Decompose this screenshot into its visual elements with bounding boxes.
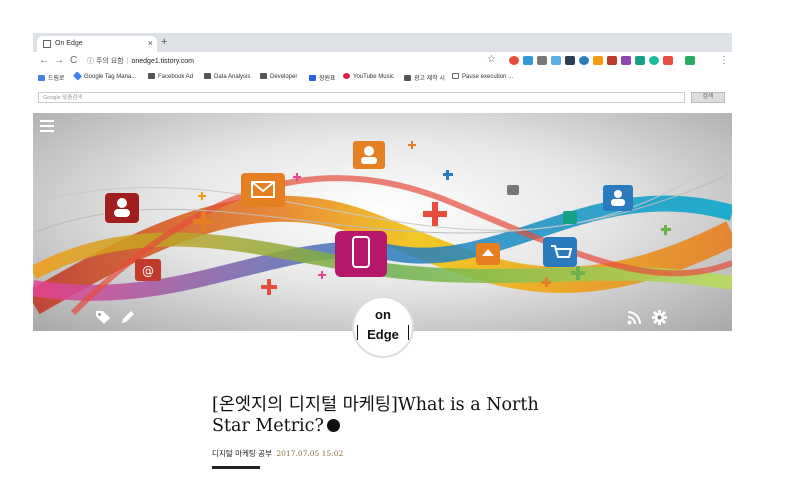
extension-profile-icon[interactable] [685,56,695,65]
mail-bubble-icon [241,173,285,207]
bookmarks-bar: 드림로 Google Tag Mana... Facebook Ad Data … [33,70,732,85]
extension-green-icon[interactable] [649,56,659,65]
bookmark-folder[interactable]: 광고 제작 시 [404,73,445,82]
reload-button[interactable]: C [70,55,77,66]
logo-line-1: on [375,307,391,322]
post-title[interactable]: [온엣지의 디지털 마케팅]What is a North Star Metri… [212,395,572,437]
post-title-text[interactable]: [온엣지의 디지털 마케팅]What is a North Star Metri… [212,395,539,436]
bookmark-item[interactable]: 장원표 [309,73,336,82]
bookmark-item[interactable]: YouTube Music [343,73,394,80]
bookmark-item[interactable]: 드림로 [38,73,65,82]
bookmark-star-icon[interactable]: ☆ [487,54,496,65]
tab-title: On Edge [55,40,83,47]
contact-bubble-icon [353,141,385,169]
rss-icon[interactable] [627,311,641,325]
browser-window: On Edge × + ← → C ⓘ 주의 요함 | onedge1.tistor… [33,33,732,113]
phone-bubble-icon [335,231,387,277]
user-bubble-icon [105,193,139,223]
cart-bubble-icon [543,237,577,267]
extension-badge-icon[interactable] [607,56,617,65]
extension-red-icon[interactable] [509,56,519,65]
pencil-icon[interactable] [120,309,136,325]
extension-orange-icon[interactable] [593,56,603,65]
extension-red2-icon[interactable] [663,56,673,65]
tab-close-button[interactable]: × [148,38,153,48]
extension-dark-icon[interactable] [565,56,575,65]
bookmark-folder[interactable]: Facebook Ad [148,73,193,80]
post-category[interactable]: 디지털 마케팅 공부 [212,449,272,458]
home-bubble-icon [476,243,500,265]
extension-blue-icon[interactable] [523,56,533,65]
user2-bubble-icon [603,185,633,211]
extension-lightblue-icon[interactable] [551,56,561,65]
small-green-bubble-icon [563,211,577,224]
category-icon [326,419,340,432]
bookmark-folder[interactable]: Data Analysis [204,73,250,80]
gear-icon[interactable] [652,310,667,325]
tab-on-edge[interactable]: On Edge × [37,36,157,52]
new-tab-button[interactable]: + [161,36,167,48]
extension-teal-icon[interactable] [635,56,645,65]
search-button[interactable]: 검색 [691,92,725,103]
bookmark-folder[interactable]: Developer [260,73,297,80]
small-gray-bubble-icon [507,185,519,195]
menu-icon[interactable] [40,120,54,132]
forward-button[interactable]: → [54,55,64,66]
tab-bar: On Edge × + [33,33,732,52]
browser-menu-icon[interactable]: ⋮ [719,55,729,66]
security-indicator[interactable]: ⓘ 주의 요함 [87,58,124,65]
extension-purple-icon[interactable] [621,56,631,65]
at-bubble-icon: @ [135,259,161,281]
address-bar-row: ← → C ⓘ 주의 요함 | onedge1.tistory.com ☆ ⋮ [33,52,732,70]
logo-bar-right [408,325,409,340]
logo-line-2: Edge [367,327,399,342]
bookmark-item[interactable]: Pause execution ... [452,73,513,80]
extension-circle-icon[interactable] [579,56,589,65]
blog-logo[interactable]: on Edge [354,298,412,356]
svg-text:@: @ [142,264,154,278]
google-custom-search-input[interactable]: Google 맞춤검색 [38,92,685,103]
extension-gray-icon[interactable] [537,56,547,65]
favicon-icon [43,40,51,48]
tag-icon[interactable] [95,310,111,324]
back-button[interactable]: ← [39,55,49,66]
url-host: onedge1.tistory.com [131,58,194,65]
title-underline [212,466,260,469]
bookmark-item[interactable]: Google Tag Mana... [72,71,136,81]
post-meta: 디지털 마케팅 공부 2017.07.05 15:02 [212,448,343,459]
url-field[interactable]: ⓘ 주의 요함 | onedge1.tistory.com [87,56,194,66]
post-date: 2017.07.05 15:02 [276,449,344,458]
